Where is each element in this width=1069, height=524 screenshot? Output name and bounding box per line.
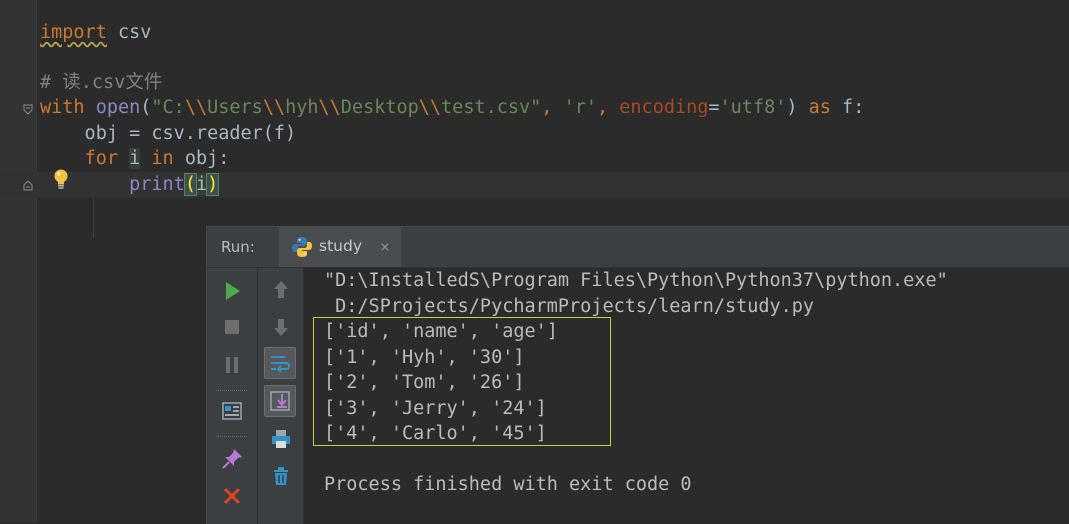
matched-paren: ( — [183, 173, 197, 196]
output-row: ['2', 'Tom', '26'] — [324, 372, 525, 393]
close-icon[interactable]: × — [377, 239, 393, 255]
printer-icon — [272, 430, 290, 448]
escape-seq: \\ — [184, 97, 208, 118]
stop-icon — [225, 320, 239, 334]
run-header: Run: study × — [207, 227, 1069, 268]
stop-button[interactable] — [217, 312, 247, 342]
restore-layout-button[interactable] — [217, 396, 247, 426]
close-icon — [223, 487, 241, 505]
rerun-button[interactable] — [217, 276, 247, 306]
output-row: ['id', 'name', 'age'] — [324, 321, 558, 342]
gutter-divider — [36, 0, 37, 523]
print-builtin: print — [129, 174, 185, 195]
close-run-button[interactable] — [217, 481, 247, 511]
import-keyword: import — [40, 22, 107, 43]
toolbar-separator — [217, 390, 247, 391]
alias: f: — [830, 97, 865, 118]
code-line-7[interactable]: print(i) — [40, 172, 220, 197]
layout-icon — [222, 402, 242, 420]
paren: ) — [786, 97, 809, 118]
comment-text: # 读.csv文件 — [40, 72, 163, 93]
run-toolbar-secondary — [258, 268, 304, 524]
output-row: ['3', 'Jerry', '24'] — [324, 398, 547, 419]
as-keyword: as — [808, 97, 831, 118]
scroll-up-button[interactable] — [266, 275, 296, 305]
run-tab-label: study — [319, 237, 362, 255]
encoding-string: 'utf8' — [719, 97, 787, 118]
code-line-6[interactable]: for i in obj: — [40, 146, 229, 171]
print-argument: i — [195, 174, 208, 195]
output-row: ['4', 'Carlo', '45'] — [324, 423, 547, 444]
arrow-up-icon — [274, 281, 288, 298]
run-toolbar-primary — [207, 268, 258, 524]
console-output[interactable]: "D:\InstalledS\Program Files\Python\Pyth… — [304, 268, 1069, 524]
iterable: obj: — [173, 148, 230, 169]
comma: , — [541, 97, 564, 118]
string-part: test.csv" — [441, 97, 542, 118]
command-line-1: "D:\InstalledS\Program Files\Python\Pyth… — [324, 270, 948, 291]
open-builtin: open — [95, 97, 141, 118]
string-part: Desktop — [340, 97, 419, 118]
scroll-to-end-button[interactable] — [264, 385, 296, 417]
escape-seq: \\ — [418, 97, 442, 118]
matched-paren: ) — [206, 173, 220, 196]
soft-wrap-button[interactable] — [264, 347, 296, 379]
statement-text: obj = csv.reader(f) — [40, 123, 297, 144]
string-part: "C: — [151, 97, 185, 118]
escape-seq: \\ — [318, 97, 341, 118]
python-icon — [292, 237, 312, 257]
editor-gutter[interactable] — [0, 0, 36, 523]
scroll-down-button[interactable] — [266, 312, 296, 342]
in-keyword: in — [151, 148, 174, 169]
arrow-down-icon — [274, 319, 288, 336]
soft-wrap-icon — [271, 356, 290, 373]
for-keyword: for — [84, 148, 118, 169]
pause-button[interactable] — [217, 350, 247, 380]
pause-icon — [226, 357, 238, 373]
print-button[interactable] — [266, 424, 296, 454]
indent-guide — [93, 198, 94, 238]
string-part: hyh — [285, 97, 319, 118]
toolbar-separator — [217, 436, 247, 437]
with-keyword: with — [40, 97, 85, 118]
run-tab-study[interactable]: study × — [279, 227, 401, 267]
module-name: csv — [106, 22, 152, 43]
play-icon — [226, 282, 240, 300]
run-tool-window[interactable]: Run: study × "D:\InstalledS\Program File… — [206, 226, 1069, 524]
escape-seq: \\ — [262, 97, 286, 118]
encoding-param: encoding — [619, 97, 709, 118]
loop-variable: i — [129, 148, 141, 169]
pin-tab-button[interactable] — [217, 444, 247, 474]
exit-message: Process finished with exit code 0 — [324, 474, 692, 495]
paren: ( — [140, 97, 152, 118]
run-label: Run: — [221, 238, 255, 256]
output-row: ['1', 'Hyh', '30'] — [324, 347, 525, 368]
equals: = — [708, 97, 720, 118]
code-line-3[interactable]: # 读.csv文件 — [40, 70, 162, 95]
scroll-to-end-icon — [270, 391, 290, 411]
trash-icon — [274, 467, 288, 485]
comma: , — [597, 97, 620, 118]
code-line-1[interactable]: import csv — [40, 20, 151, 45]
fold-collapse-icon[interactable] — [23, 104, 33, 115]
code-line-5[interactable]: obj = csv.reader(f) — [40, 121, 297, 146]
clear-all-button[interactable] — [266, 461, 296, 491]
fold-end-icon[interactable] — [23, 180, 33, 191]
mode-string: 'r' — [563, 97, 597, 118]
code-line-4[interactable]: with open("C:\\Users\\hyh\\Desktop\\test… — [40, 95, 864, 120]
pin-icon — [222, 449, 242, 469]
string-part: Users — [207, 97, 263, 118]
